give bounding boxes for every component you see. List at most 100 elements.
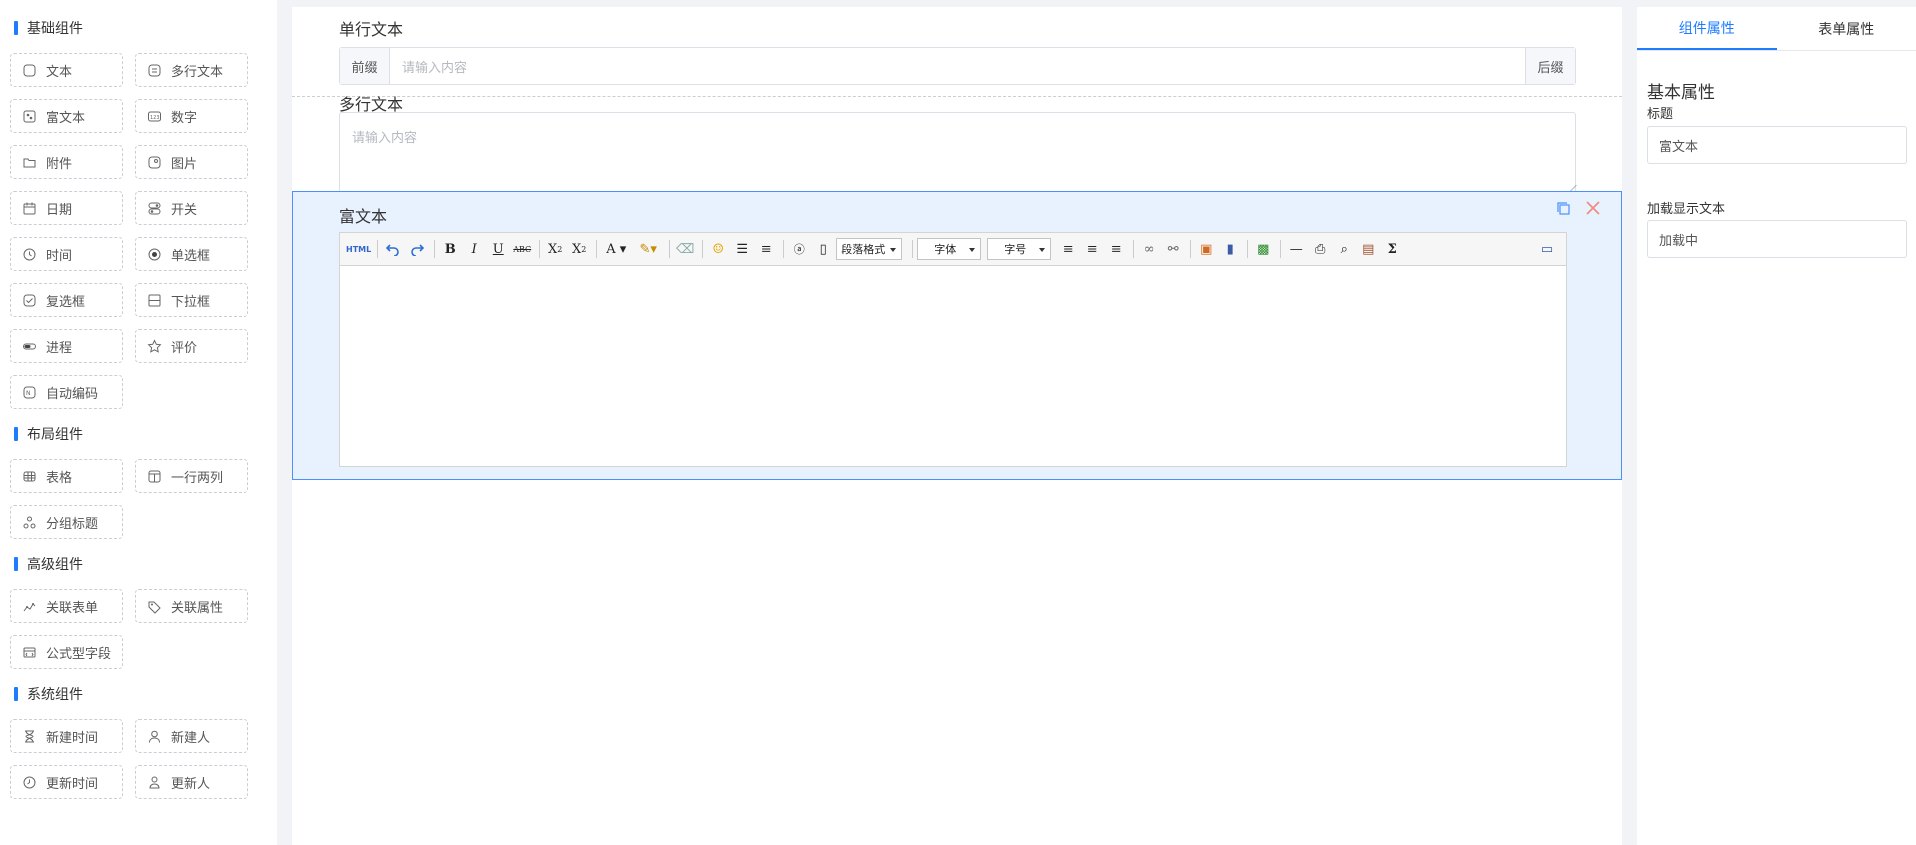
copy-icon[interactable] [1555, 200, 1573, 218]
map-icon[interactable]: ▩ [1252, 238, 1274, 260]
component-item[interactable]: 关联表单 [10, 589, 123, 623]
multi-text-input[interactable]: 请输入内容 [339, 112, 1577, 196]
component-item[interactable]: 新建时间 [10, 719, 123, 753]
component-item-label: 日期 [46, 202, 73, 218]
preview-icon[interactable]: ⌕ [1333, 238, 1355, 260]
component-grid: 新建时间 新建人更新时间 更新人 [10, 719, 280, 799]
component-item[interactable]: 开关 [135, 191, 248, 225]
unlink-icon[interactable]: ⚯ [1162, 238, 1184, 260]
group-title-marker [14, 21, 18, 35]
calendar-icon [22, 201, 37, 216]
align-center-icon[interactable]: ≡ [1081, 238, 1103, 260]
single-text-field[interactable]: 单行文本 前缀 请输入内容 后缀 [292, 7, 1622, 97]
multiline-text-icon [147, 63, 162, 78]
component-item[interactable]: N 自动编码 [10, 375, 123, 409]
tab-component-properties[interactable]: 组件属性 [1637, 7, 1777, 50]
ordered-list-icon[interactable]: ☰ [731, 238, 753, 260]
component-item[interactable]: 表格 [10, 459, 123, 493]
single-text-input[interactable]: 请输入内容 [390, 48, 1525, 84]
component-item-label: 分组标题 [46, 516, 99, 532]
component-item[interactable]: 文本 [10, 53, 123, 87]
subscript-icon[interactable]: X2 [568, 238, 590, 260]
component-item[interactable]: 更新时间 [10, 765, 123, 799]
paste-icon[interactable]: ▤ [1357, 238, 1379, 260]
component-item[interactable]: 多行文本 [135, 53, 248, 87]
suffix-addon: 后缀 [1525, 48, 1575, 84]
strikethrough-icon[interactable]: ABC [511, 238, 533, 260]
toolbar-separator [539, 240, 541, 258]
paragraph-format-select[interactable]: 段落格式 [836, 238, 903, 260]
component-grid: 关联表单 关联属性 公式型字段 [10, 589, 280, 669]
italic-icon[interactable]: I [463, 238, 485, 260]
component-item-label: 新建人 [171, 730, 211, 746]
component-item[interactable]: 关联属性 [135, 589, 248, 623]
horizontal-rule-icon[interactable]: — [1285, 238, 1307, 260]
loading-text-input[interactable]: 加载中 [1647, 220, 1907, 258]
component-item-label: 附件 [46, 156, 73, 172]
auto-code-icon: N [22, 385, 37, 400]
component-item[interactable]: 分组标题 [10, 505, 123, 539]
properties-panel: 组件属性 表单属性 基本属性 标题 富文本 加载显示文本 加载中 [1637, 7, 1916, 845]
component-item[interactable]: 富文本 [10, 99, 123, 133]
component-item-label: 自动编码 [46, 386, 99, 402]
emoji-icon[interactable]: ☺ [707, 238, 729, 260]
component-item-label: 单选框 [171, 248, 211, 264]
component-item[interactable]: 附件 [10, 145, 123, 179]
align-right-icon[interactable]: ≡ [1105, 238, 1127, 260]
group-title-label: 布局组件 [27, 427, 83, 443]
image-icon [147, 155, 162, 170]
component-item[interactable]: 进程 [10, 329, 123, 363]
tab-form-properties[interactable]: 表单属性 [1777, 7, 1916, 50]
component-item[interactable]: 下拉框 [135, 283, 248, 317]
component-item[interactable]: 单选框 [135, 237, 248, 271]
html-source-button[interactable]: HTML [346, 238, 371, 260]
undo-icon[interactable] [382, 238, 404, 260]
video-icon[interactable]: ▮ [1219, 238, 1241, 260]
font-family-select[interactable]: 字体 [917, 238, 982, 260]
rich-text-editor[interactable]: HTML B I U ABC X2 X2 A ▾ ✎▾ ⌫ ☺ ☰ ≡ ⓐ ▯ … [339, 232, 1567, 467]
component-item[interactable]: 123 数字 [135, 99, 248, 133]
font-color-icon[interactable]: A ▾ [601, 238, 631, 260]
hourglass-icon [22, 729, 37, 744]
toolbar-separator [1280, 240, 1282, 258]
component-item[interactable]: 新建人 [135, 719, 248, 753]
unordered-list-icon[interactable]: ≡ [755, 238, 777, 260]
rich-text-field-selected[interactable]: 富文本 HTML B I U ABC X2 X2 A ▾ ✎▾ ⌫ ☺ ☰ ≡ … [292, 191, 1622, 480]
print-icon[interactable]: ⎙ [1309, 238, 1331, 260]
align-left-icon[interactable]: ≡ [1057, 238, 1079, 260]
page-icon[interactable]: ▯ [812, 238, 834, 260]
toolbar-separator [1190, 240, 1192, 258]
component-item-label: 数字 [171, 110, 198, 126]
component-item[interactable]: 公式型字段 [10, 635, 123, 669]
group-title-label: 高级组件 [27, 557, 83, 573]
group-title: 高级组件 [14, 551, 277, 577]
close-icon[interactable] [1583, 198, 1603, 218]
font-size-select[interactable]: 字号 [987, 238, 1052, 260]
select-icon [147, 293, 162, 308]
component-item[interactable]: 图片 [135, 145, 248, 179]
anchor-icon[interactable]: ⓐ [788, 238, 810, 260]
component-item[interactable]: 一行两列 [135, 459, 248, 493]
title-input[interactable]: 富文本 [1647, 126, 1907, 164]
superscript-icon[interactable]: X2 [544, 238, 566, 260]
image-insert-icon[interactable]: ▣ [1195, 238, 1217, 260]
single-text-input-group[interactable]: 前缀 请输入内容 后缀 [339, 47, 1576, 85]
field-label: 富文本 [339, 207, 388, 226]
component-item-label: 下拉框 [171, 294, 211, 310]
fullscreen-icon[interactable]: ▭ [1536, 238, 1558, 260]
highlight-icon[interactable]: ✎▾ [633, 238, 663, 260]
redo-icon[interactable] [406, 238, 428, 260]
component-item-label: 评价 [171, 340, 198, 356]
formula-sigma-icon[interactable]: Σ [1381, 238, 1403, 260]
divider [292, 96, 1622, 97]
component-item[interactable]: 时间 [10, 237, 123, 271]
component-item[interactable]: 日期 [10, 191, 123, 225]
underline-icon[interactable]: U [487, 238, 509, 260]
component-item[interactable]: 评价 [135, 329, 248, 363]
toolbar-separator [1247, 240, 1249, 258]
component-item[interactable]: 更新人 [135, 765, 248, 799]
component-item[interactable]: 复选框 [10, 283, 123, 317]
bold-icon[interactable]: B [439, 238, 461, 260]
link-icon[interactable]: ∞ [1138, 238, 1160, 260]
eraser-icon[interactable]: ⌫ [674, 238, 696, 260]
